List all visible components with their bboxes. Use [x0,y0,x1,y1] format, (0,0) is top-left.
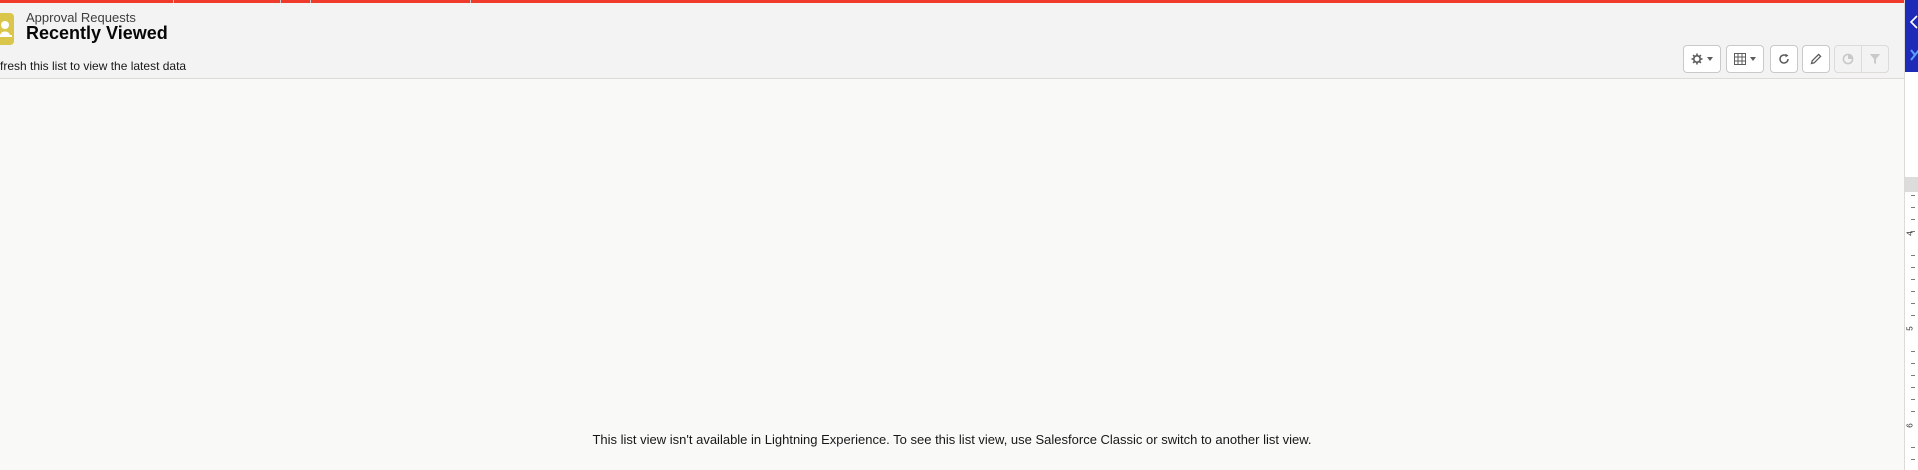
chart-icon [1842,53,1854,65]
table-icon [1734,53,1746,65]
refresh-icon [1779,53,1789,64]
chevron-down-icon [1707,57,1713,61]
side-panel-divider [1905,177,1918,192]
ruler-label: 5 [1905,326,1915,331]
list-view-title[interactable]: Recently Viewed [26,23,168,44]
list-view-unavailable-message: This list view isn't available in Lightn… [592,432,1312,447]
vertical-ruler: 4 5 6 [1905,195,1918,470]
show-filters-button[interactable] [1861,45,1889,73]
gear-icon [1691,53,1703,65]
display-as-button[interactable] [1726,45,1764,73]
approval-user-icon [0,13,14,45]
list-view-header: Approval Requests Recently Viewed fresh … [0,3,1904,79]
side-panel-widget[interactable] [1905,0,1918,72]
side-panel: 4 5 6 [1904,0,1918,470]
ruler-label: 4 [1905,231,1915,236]
app-root: Approval Requests Recently Viewed fresh … [0,0,1918,470]
chevron-down-icon [1750,57,1756,61]
list-view-body: This list view isn't available in Lightn… [0,79,1904,470]
list-view-controls-button[interactable] [1683,45,1721,73]
pencil-icon [1810,53,1822,65]
filter-icon [1869,54,1881,64]
show-charts-button[interactable] [1834,45,1862,73]
refresh-hint: fresh this list to view the latest data [0,59,187,73]
refresh-button[interactable] [1770,45,1798,73]
ruler-label: 6 [1905,423,1915,428]
chevron-left-icon [1909,15,1918,61]
edit-list-button[interactable] [1802,45,1830,73]
